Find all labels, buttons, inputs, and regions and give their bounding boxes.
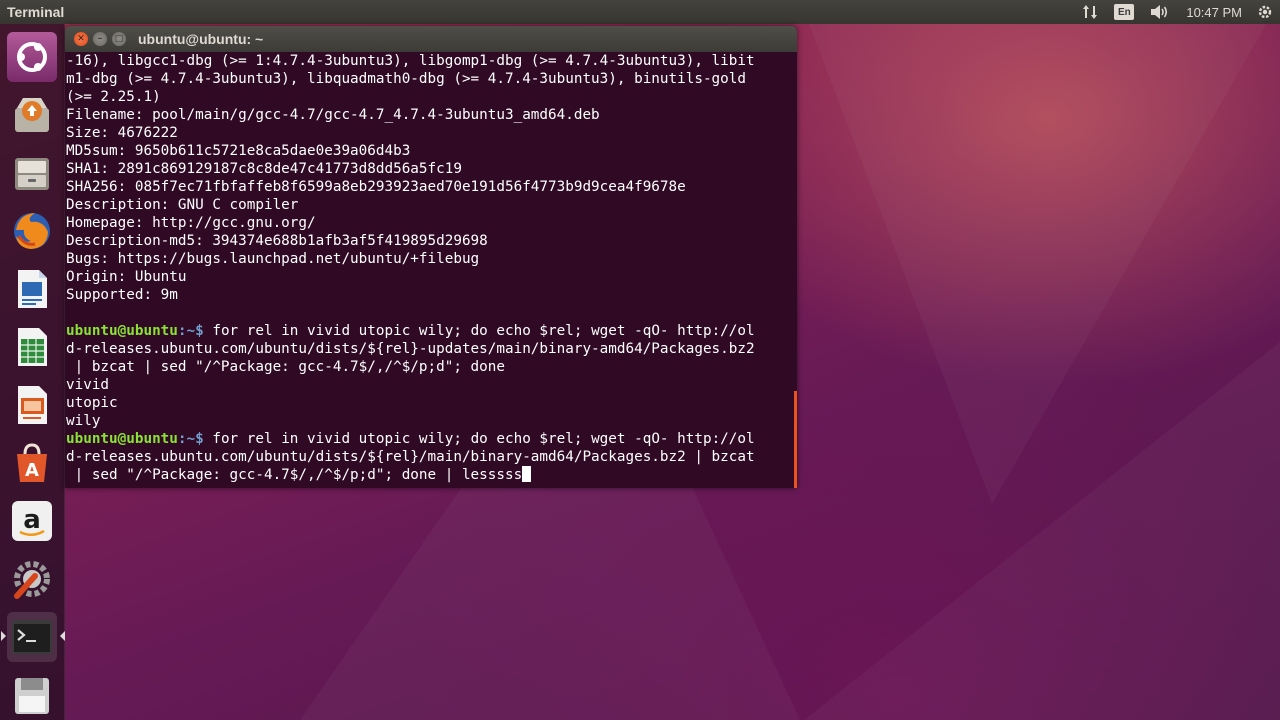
focused-indicator (60, 631, 65, 641)
software-center-icon: A (17, 443, 47, 482)
terminal-line: utopic (66, 395, 118, 411)
terminal-line: Supported: 9m (66, 287, 178, 303)
prompt-user: ubuntu@ubuntu (66, 431, 178, 447)
top-panel: Terminal En 10:47 PM (0, 0, 1280, 24)
terminal-line: MD5sum: 9650b611c5721e8ca5dae0e39a06d4b3 (66, 143, 411, 159)
terminal-line: Size: 4676222 (66, 125, 178, 141)
terminal-line: Homepage: http://gcc.gnu.org/ (66, 215, 316, 231)
window-title: ubuntu@ubuntu: ~ (138, 31, 264, 47)
floppy-disk-icon (15, 678, 49, 714)
terminal-line: -16), libgcc1-dbg (>= 1:4.7.4-3ubuntu3),… (66, 53, 755, 69)
network-updown-icon[interactable] (1082, 4, 1098, 20)
terminal-line: m1-dbg (>= 4.7.4-3ubuntu3), libquadmath0… (66, 71, 746, 87)
launcher-ubuntu-dash[interactable] (7, 32, 57, 82)
wrench-settings-icon (14, 561, 50, 599)
minimize-icon: – (97, 34, 103, 44)
terminal-line: wily (66, 413, 101, 429)
close-button[interactable]: ✕ (74, 32, 88, 46)
terminal-output[interactable]: -16), libgcc1-dbg (>= 1:4.7.4-3ubuntu3),… (65, 52, 797, 488)
file-cabinet-icon (15, 158, 49, 190)
terminal-line: vivid (66, 377, 110, 393)
terminal-line: Description-md5: 394374e688b1afb3af5f419… (66, 233, 488, 249)
maximize-button[interactable]: □ (112, 32, 126, 46)
terminal-line: SHA256: 085f7ec71fbfaffeb8f6599a8eb29392… (66, 179, 686, 195)
launcher-system-settings[interactable] (7, 554, 57, 604)
launcher-software-updater[interactable] (7, 90, 57, 140)
prompt-path: :~$ (177, 431, 204, 447)
terminal-prompt-line: ubuntu@ubuntu:~$ for rel in vivid utopic… (66, 322, 797, 340)
active-app-name[interactable]: Terminal (7, 4, 64, 20)
launcher-ubuntu-software[interactable]: A (7, 438, 57, 488)
software-updater-icon (15, 98, 49, 132)
maximize-icon: □ (114, 34, 124, 44)
terminal-line: | bzcat | sed "/^Package: gcc-4.7$/,/^$/… (66, 359, 505, 375)
launcher-libreoffice-calc[interactable] (7, 322, 57, 372)
writer-document-icon (18, 270, 47, 308)
impress-presentation-icon (18, 386, 47, 424)
indicator-area: En 10:47 PM (1074, 0, 1280, 24)
terminal-line: d-releases.ubuntu.com/ubuntu/dists/${rel… (66, 449, 755, 465)
terminal-prompt-line: ubuntu@ubuntu:~$ for rel in vivid utopic… (66, 430, 797, 448)
launcher-libreoffice-writer[interactable] (7, 264, 57, 314)
terminal-line: (>= 2.25.1) (66, 89, 161, 105)
terminal-icon (12, 620, 52, 654)
launcher-amazon[interactable]: a (7, 496, 57, 546)
amazon-icon: a (12, 501, 52, 541)
svg-text:A: A (25, 460, 39, 481)
terminal-line: d-releases.ubuntu.com/ubuntu/dists/${rel… (66, 341, 755, 357)
prompt-path: :~$ (177, 323, 204, 339)
terminal-line: Bugs: https://bugs.launchpad.net/ubuntu/… (66, 251, 480, 267)
launcher-save-floppy[interactable] (7, 670, 57, 720)
svg-text:a: a (23, 505, 41, 535)
command-text: for rel in vivid utopic wily; do echo $r… (203, 431, 755, 447)
launcher: A a (0, 24, 65, 720)
command-text: | sed "/^Package: gcc-4.7$/,/^$/p;d"; do… (66, 467, 523, 483)
scrollbar-indicator[interactable] (794, 391, 797, 488)
terminal-line: SHA1: 2891c869129187c8c8de47c41773d8dd56… (66, 161, 462, 177)
terminal-line: Description: GNU C compiler (66, 197, 299, 213)
close-icon: ✕ (77, 34, 85, 44)
terminal-line: Filename: pool/main/g/gcc-4.7/gcc-4.7_4.… (66, 107, 600, 123)
terminal-line: Origin: Ubuntu (66, 269, 187, 285)
command-text: for rel in vivid utopic wily; do echo $r… (203, 323, 755, 339)
firefox-icon (14, 213, 50, 249)
text-cursor (522, 466, 532, 482)
calc-spreadsheet-icon (18, 328, 47, 366)
minimize-button[interactable]: – (93, 32, 107, 46)
launcher-firefox[interactable] (7, 206, 57, 256)
launcher-terminal[interactable] (1, 612, 65, 662)
keyboard-layout-indicator[interactable]: En (1114, 4, 1135, 20)
session-gear-icon[interactable] (1256, 3, 1274, 21)
window-titlebar[interactable]: ✕ – □ ubuntu@ubuntu: ~ (65, 26, 797, 52)
launcher-libreoffice-impress[interactable] (7, 380, 57, 430)
prompt-user: ubuntu@ubuntu (66, 323, 178, 339)
keyboard-layout-label: En (1114, 4, 1135, 20)
launcher-files[interactable] (7, 148, 57, 198)
clock[interactable]: 10:47 PM (1186, 5, 1242, 20)
running-indicator (1, 631, 6, 641)
terminal-window[interactable]: ✕ – □ ubuntu@ubuntu: ~ -16), libgcc1-dbg… (65, 26, 797, 488)
terminal-prompt-line: | sed "/^Package: gcc-4.7$/,/^$/p;d"; do… (66, 466, 797, 484)
volume-icon[interactable] (1150, 4, 1170, 20)
ubuntu-logo-icon (17, 42, 47, 72)
